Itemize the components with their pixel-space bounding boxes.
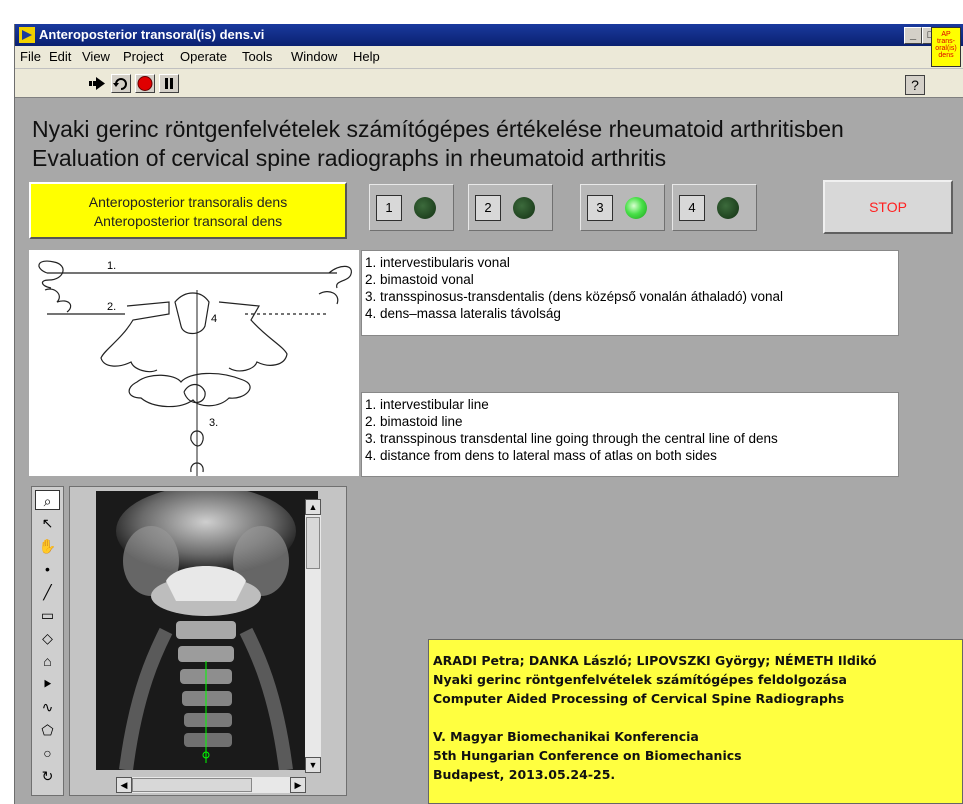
legend-hungarian: 1. intervestibularis vonal 2. bimastoid … — [361, 250, 899, 336]
heading-hungarian: Nyaki gerinc röntgenfelvételek számítógé… — [32, 116, 844, 142]
polygon-icon[interactable]: ⬠ — [35, 720, 60, 740]
menu-window[interactable]: Window — [291, 49, 337, 64]
diagram-label-2: 2. — [107, 301, 116, 313]
conference-place-date: Budapest, 2013.05.24-25. — [433, 767, 616, 782]
xray-image[interactable] — [96, 491, 318, 770]
help-icon[interactable]: ? — [905, 75, 925, 95]
selector-group-4: 4 — [672, 184, 757, 231]
menu-tools[interactable]: Tools — [242, 49, 272, 64]
legend-en-item: 4. distance from dens to lateral mass of… — [365, 448, 717, 463]
diagram-label-3: 3. — [209, 417, 218, 429]
scroll-left-arrow-icon[interactable]: ◀ — [116, 777, 132, 793]
legend-en-item: 2. bimastoid line — [365, 414, 463, 429]
labview-app-icon — [19, 27, 35, 43]
labview-window: Anteroposterior transoral(is) dens.vi _ … — [14, 24, 963, 804]
authors: ARADI Petra; DANKA László; LIPOVSZKI Gyö… — [433, 653, 877, 668]
led-indicator-1 — [414, 197, 436, 219]
legend-hu-item: 3. transspinosus-transdentalis (dens köz… — [365, 289, 784, 304]
menu-operate[interactable]: Operate — [180, 49, 227, 64]
vi-icon-text: trans- — [937, 38, 955, 45]
legend-en-item: 3. transspinous transdental line going t… — [365, 431, 778, 446]
toolbar: ? — [15, 69, 963, 98]
selector-group-3: 3 — [580, 184, 665, 231]
minimize-button[interactable]: _ — [904, 27, 922, 44]
image-display: ▲ ▼ ◀ ▶ — [69, 486, 347, 796]
vertical-scroll-thumb[interactable] — [306, 517, 320, 569]
selector-button-3[interactable]: 3 — [587, 195, 613, 221]
run-continuously-icon[interactable] — [111, 74, 131, 93]
diagram-label-4: 4 — [211, 313, 217, 325]
scroll-up-arrow-icon[interactable]: ▲ — [305, 499, 321, 515]
menu-help[interactable]: Help — [353, 49, 380, 64]
led-indicator-3 — [625, 197, 647, 219]
menu-view[interactable]: View — [82, 49, 110, 64]
menu-file[interactable]: File — [20, 49, 41, 64]
vi-icon-text: oral(is) — [935, 45, 957, 52]
horizontal-scrollbar[interactable]: ◀ ▶ — [116, 777, 306, 793]
legend-hu-item: 4. dens–massa lateralis távolság — [365, 306, 561, 321]
selector-button-2[interactable]: 2 — [475, 195, 501, 221]
menu-project[interactable]: Project — [123, 49, 163, 64]
scroll-down-arrow-icon[interactable]: ▼ — [305, 757, 321, 773]
legend-english: 1. intervestibular line 2. bimastoid lin… — [361, 392, 899, 477]
window-title: Anteroposterior transoral(is) dens.vi — [39, 27, 265, 42]
rotated-rect-icon[interactable]: ◇ — [35, 628, 60, 648]
pause-icon[interactable] — [159, 74, 179, 93]
legend-hu-item: 1. intervestibularis vonal — [365, 255, 510, 270]
oval-icon[interactable]: ○ — [35, 743, 60, 763]
pan-hand-icon[interactable]: ✋ — [35, 536, 60, 556]
conference-en: 5th Hungarian Conference on Biomechanics — [433, 748, 742, 763]
annulus-icon[interactable]: ⌂ — [35, 651, 60, 671]
scroll-right-arrow-icon[interactable]: ▶ — [290, 777, 306, 793]
mode-button-label-hu: Anteroposterior transoralis dens — [88, 194, 288, 210]
horizontal-scroll-thumb[interactable] — [132, 778, 252, 792]
conference-hu: V. Magyar Biomechanikai Konferencia — [433, 729, 699, 744]
selector-button-4[interactable]: 4 — [679, 195, 705, 221]
measurement-diagram: 1. 2. 3. 4 — [29, 250, 359, 476]
mode-button[interactable]: Anteroposterior transoralis dens Anterop… — [29, 182, 347, 239]
menu-edit[interactable]: Edit — [49, 49, 71, 64]
vi-icon-text: AP — [941, 31, 951, 38]
abort-icon[interactable] — [135, 74, 155, 93]
title-bar[interactable]: Anteroposterior transoral(is) dens.vi _ … — [15, 24, 963, 46]
diagram-label-1: 1. — [107, 260, 116, 272]
selector-group-1: 1 — [369, 184, 454, 231]
polyline-icon[interactable]: ⯈ — [35, 674, 60, 694]
led-indicator-2 — [513, 197, 535, 219]
title-hu: Nyaki gerinc röntgenfelvételek számítógé… — [433, 672, 847, 687]
menu-bar: File Edit View Project Operate Tools Win… — [15, 46, 963, 69]
mode-button-label-en: Anteroposterior transoral dens — [93, 213, 283, 229]
stop-button[interactable]: STOP — [823, 180, 953, 234]
rectangle-icon[interactable]: ▭ — [35, 605, 60, 625]
broken-line-icon[interactable]: ↻ — [35, 766, 60, 786]
vi-icon: AP trans- oral(is) dens — [931, 27, 961, 67]
point-icon[interactable]: • — [35, 559, 60, 579]
selector-button-1[interactable]: 1 — [376, 195, 402, 221]
diagram-drawing: 1. 2. 3. 4 — [38, 260, 352, 476]
credits-panel: ARADI Petra; DANKA László; LIPOVSZKI Gyö… — [428, 639, 963, 804]
arrow-icon[interactable]: ↖ — [35, 513, 60, 533]
roi-tool-palette: ⌕ ↖ ✋ • ╱ ▭ ◇ ⌂ ⯈ ∿ ⬠ ○ ↻ — [31, 486, 64, 796]
vertical-scrollbar[interactable]: ▲ ▼ — [305, 499, 321, 773]
heading-english: Evaluation of cervical spine radiographs… — [32, 145, 667, 171]
legend-en-item: 1. intervestibular line — [365, 397, 489, 412]
run-arrow-icon[interactable] — [87, 74, 107, 93]
vi-icon-text: dens — [938, 52, 954, 59]
line-icon[interactable]: ╱ — [35, 582, 60, 602]
zoom-icon[interactable]: ⌕ — [35, 490, 60, 510]
led-indicator-4 — [717, 197, 739, 219]
title-en: Computer Aided Processing of Cervical Sp… — [433, 691, 845, 706]
legend-hu-item: 2. bimastoid vonal — [365, 272, 474, 287]
selector-group-2: 2 — [468, 184, 553, 231]
freehand-icon[interactable]: ∿ — [35, 697, 60, 717]
